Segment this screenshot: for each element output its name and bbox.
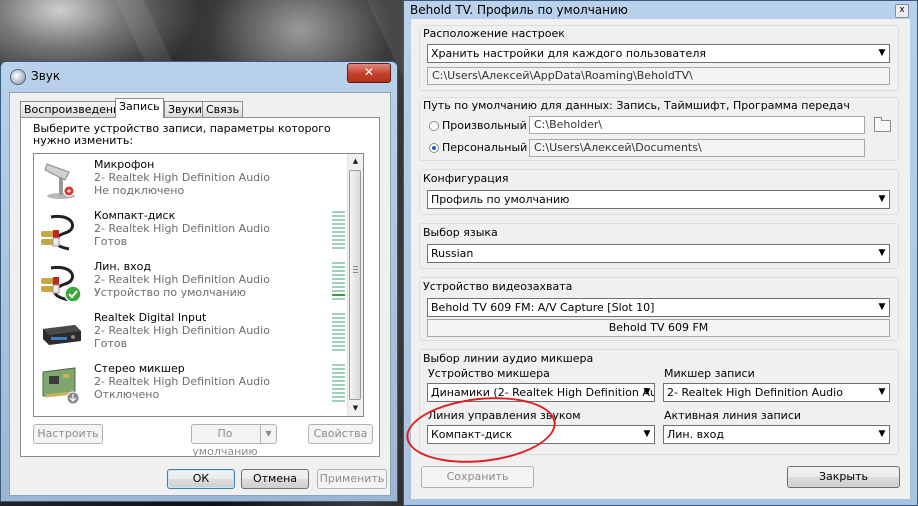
- personal-path-field: C:\Users\Алексей\Documents\: [529, 139, 865, 157]
- record-line-label: Активная линия записи: [664, 409, 802, 422]
- chevron-down-icon: ▼: [643, 387, 651, 397]
- settings-path-field: C:\Users\Алексей\AppData\Roaming\BeholdT…: [427, 67, 890, 85]
- chevron-down-icon: ▼: [878, 48, 886, 58]
- instruction-text: Выберите устройство записи, параметры ко…: [33, 122, 331, 147]
- custom-path-radio[interactable]: [429, 121, 439, 131]
- level-meter: [332, 362, 345, 402]
- scroll-up-icon[interactable]: ▲: [348, 154, 363, 169]
- ok-button[interactable]: ОК: [167, 469, 235, 489]
- sound-window: Звук ✕ Воспроизведение Запись Звуки Связ…: [0, 61, 398, 502]
- record-mixer-value: 2- Realtek High Definition Audio: [667, 386, 843, 399]
- properties-button[interactable]: Свойства: [308, 424, 373, 444]
- device-driver: 2- Realtek High Definition Audio: [94, 324, 270, 337]
- sound-card-icon: [39, 362, 85, 406]
- level-meter: [332, 311, 345, 351]
- line-in-cable-icon: [39, 260, 85, 304]
- device-status: Готов: [94, 235, 128, 248]
- settings-location-select[interactable]: Хранить настройки для каждого пользовате…: [427, 44, 890, 63]
- device-status: Готов: [94, 337, 128, 350]
- digital-input-icon: [39, 311, 85, 355]
- level-meter: [332, 209, 345, 249]
- custom-path-label[interactable]: Произвольный: [442, 119, 527, 132]
- cd-audio-cable-icon: [39, 209, 85, 253]
- scroll-down-icon[interactable]: ▼: [348, 401, 363, 416]
- tab-sounds[interactable]: Звуки: [164, 101, 206, 118]
- personal-path-label[interactable]: Персональный: [442, 141, 527, 154]
- record-line-select[interactable]: Лин. вход ▼: [663, 425, 890, 444]
- chevron-down-icon: ▼: [878, 429, 886, 439]
- tab-communications[interactable]: Связь: [202, 101, 244, 118]
- settings-location-value: Хранить настройки для каждого пользовате…: [431, 47, 706, 60]
- close-icon[interactable]: x: [895, 4, 909, 18]
- device-list-scrollbar[interactable]: ▲ ▼: [347, 154, 363, 416]
- record-mixer-select[interactable]: 2- Realtek High Definition Audio ▼: [663, 383, 890, 402]
- close-button[interactable]: ✕: [347, 63, 391, 83]
- configuration-value: Профиль по умолчанию: [431, 193, 570, 206]
- device-driver: 2- Realtek High Definition Audio: [94, 375, 270, 388]
- chevron-down-icon: ▼: [878, 387, 886, 397]
- device-list[interactable]: Микрофон 2- Realtek High Definition Audi…: [33, 153, 364, 417]
- chevron-down-icon[interactable]: ▼: [260, 425, 276, 443]
- capture-label: Устройство видеозахвата: [423, 280, 573, 293]
- set-default-label: По умолчанию: [192, 427, 258, 458]
- chevron-down-icon: ▼: [643, 429, 651, 439]
- chevron-down-icon: ▼: [878, 248, 886, 258]
- list-item[interactable]: Realtek Digital Input 2- Realtek High De…: [34, 307, 349, 358]
- grip-icon: [353, 266, 358, 273]
- mixer-label: Выбор линии аудио микшера: [423, 352, 594, 365]
- record-line-value: Лин. вход: [667, 428, 724, 441]
- settings-location-label: Расположение настроек: [423, 27, 565, 40]
- device-name: Компакт-диск: [94, 209, 176, 222]
- set-default-button[interactable]: По умолчанию ▼: [191, 424, 277, 458]
- device-name: Стерео микшер: [94, 362, 185, 375]
- language-select[interactable]: Russian ▼: [427, 244, 890, 263]
- mixer-device-label: Устройство микшера: [428, 367, 550, 380]
- sound-titlebar[interactable]: Звук ✕: [1, 62, 397, 87]
- device-status: Отключено: [94, 388, 160, 401]
- language-label: Выбор языка: [423, 226, 498, 239]
- device-name: Realtek Digital Input: [94, 311, 207, 324]
- speaker-icon: [10, 69, 26, 85]
- window-title: Behold TV. Профиль по умолчанию: [410, 3, 628, 17]
- list-item[interactable]: Микрофон 2- Realtek High Definition Audi…: [34, 154, 349, 205]
- record-mixer-label: Микшер записи: [664, 367, 755, 380]
- chevron-down-icon: ▼: [878, 194, 886, 204]
- language-value: Russian: [431, 247, 474, 260]
- save-button[interactable]: Сохранить: [421, 466, 534, 488]
- capture-device-name: Behold TV 609 FM: [427, 319, 890, 337]
- apply-button[interactable]: Применить: [317, 469, 387, 489]
- close-button[interactable]: Закрыть: [787, 466, 900, 488]
- window-title: Звук: [31, 69, 61, 83]
- device-driver: 2- Realtek High Definition Audio: [94, 222, 270, 235]
- chevron-down-icon: ▼: [878, 302, 886, 312]
- configuration-label: Конфигурация: [423, 172, 509, 185]
- microphone-icon: [39, 158, 85, 202]
- device-status: Устройство по умолчанию: [94, 286, 247, 299]
- capture-device-select[interactable]: Behold TV 609 FM: A/V Capture [Slot 10] …: [427, 298, 890, 317]
- scroll-thumb[interactable]: [349, 170, 361, 400]
- list-item[interactable]: Стерео микшер 2- Realtek High Definition…: [34, 358, 349, 409]
- personal-path-radio[interactable]: [429, 143, 439, 153]
- configuration-select[interactable]: Профиль по умолчанию ▼: [427, 190, 890, 209]
- level-meter: [332, 260, 345, 300]
- list-item[interactable]: Компакт-диск 2- Realtek High Definition …: [34, 205, 349, 256]
- device-status: Не подключено: [94, 184, 185, 197]
- device-driver: 2- Realtek High Definition Audio: [94, 171, 270, 184]
- cancel-button[interactable]: Отмена: [241, 469, 309, 489]
- configure-button[interactable]: Настроить: [33, 424, 103, 444]
- custom-path-field[interactable]: C:\Beholder\: [529, 116, 865, 134]
- folder-icon[interactable]: [874, 117, 891, 132]
- mixer-device-select[interactable]: Динамики (2- Realtek High Definition Aud…: [427, 383, 655, 402]
- sound-client-area: Воспроизведение Запись Звуки Связь Выбер…: [9, 92, 391, 496]
- mixer-device-value: Динамики (2- Realtek High Definition Aud…: [431, 386, 655, 399]
- tab-recording[interactable]: Запись: [115, 98, 164, 118]
- device-name: Лин. вход: [94, 260, 151, 273]
- list-item[interactable]: Лин. вход 2- Realtek High Definition Aud…: [34, 256, 349, 307]
- data-path-label: Путь по умолчанию для данных: Запись, Та…: [423, 99, 850, 112]
- recording-panel: Выберите устройство записи, параметры ко…: [20, 117, 380, 458]
- device-name: Микрофон: [94, 158, 155, 171]
- device-driver: 2- Realtek High Definition Audio: [94, 273, 270, 286]
- level-indicator: [332, 294, 345, 296]
- capture-device-value: Behold TV 609 FM: A/V Capture [Slot 10]: [431, 301, 655, 314]
